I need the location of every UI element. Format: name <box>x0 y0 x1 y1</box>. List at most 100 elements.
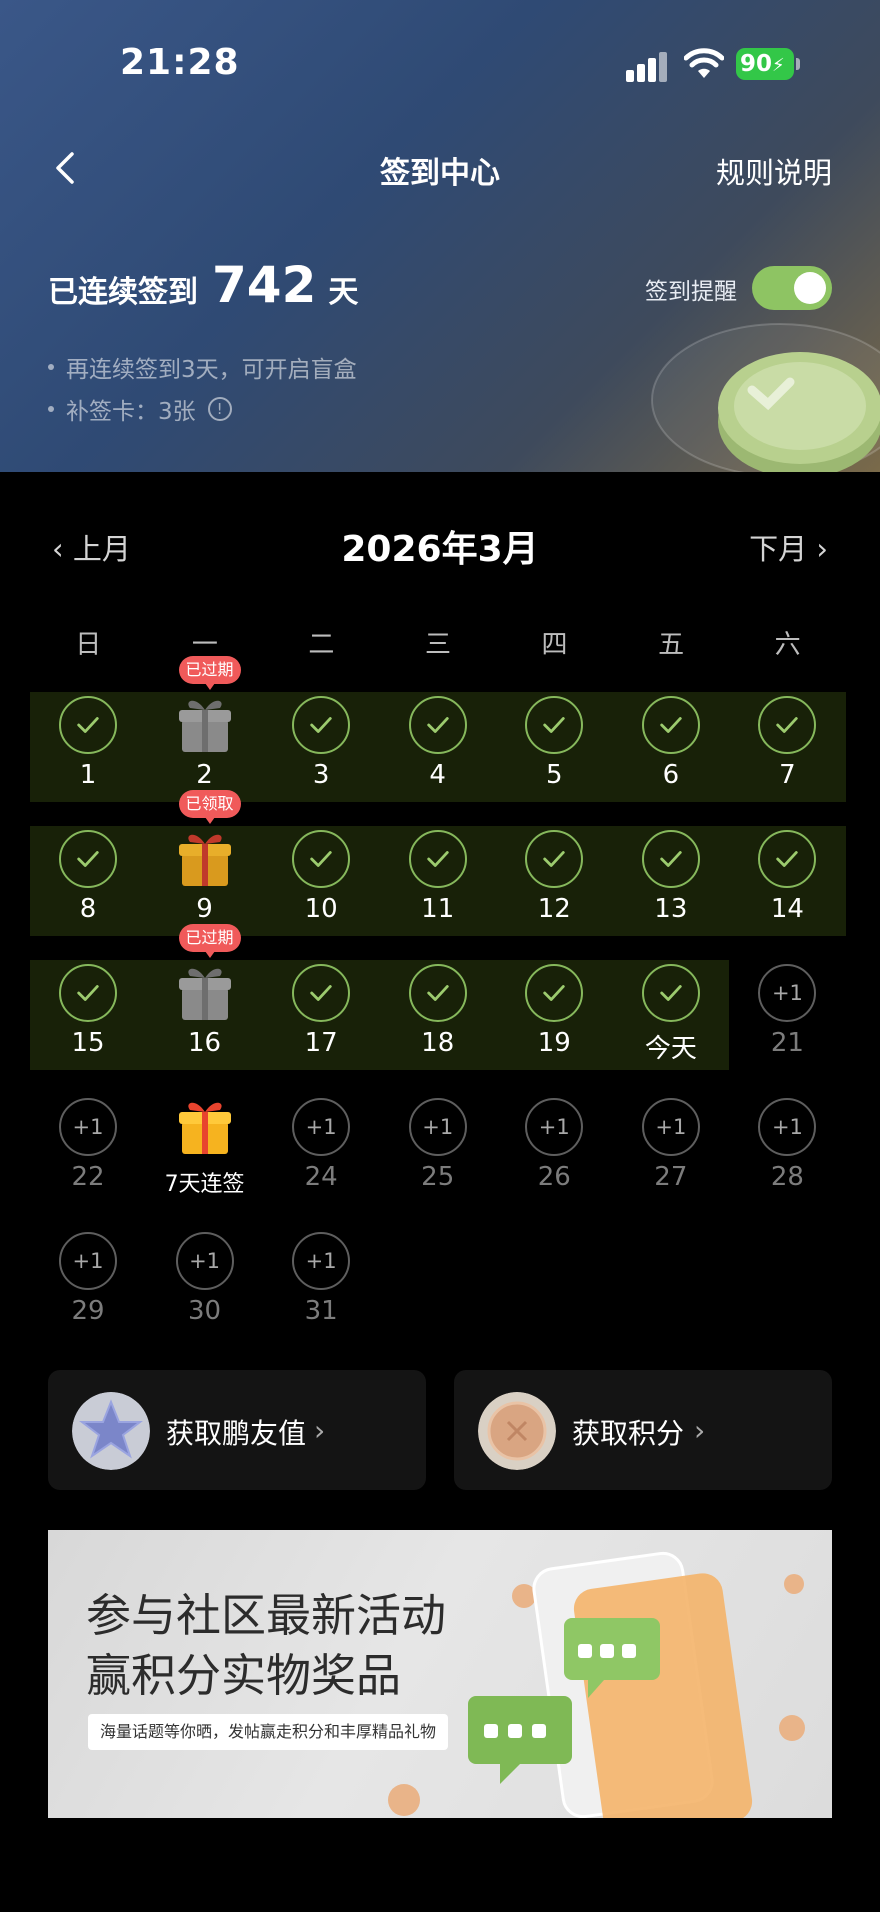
checked-circle-icon <box>641 696 700 754</box>
weekday-label: 三 <box>424 630 451 660</box>
weekday-header: 日 一 二 三 四 五 六 <box>30 624 846 660</box>
day-label: 今天 <box>644 1034 697 1064</box>
day-label: 9 <box>196 894 213 924</box>
calendar-day[interactable]: 12 <box>496 824 612 954</box>
plus-one-badge: +1 <box>641 1098 700 1156</box>
checked-circle-icon <box>641 964 700 1022</box>
calendar-day[interactable]: 17 <box>263 958 379 1088</box>
checked-circle-icon <box>408 696 467 754</box>
calendar-day[interactable]: 19 <box>496 958 612 1088</box>
card-label: 获取鹏友值 <box>166 1417 307 1450</box>
weekday-label: 五 <box>658 630 685 660</box>
calendar-day[interactable]: 7天连签 <box>147 1092 263 1222</box>
community-activity-banner[interactable]: 参与社区最新活动 赢积分实物奖品 海量话题等你晒，发帖赢走积分和丰厚精品礼物 <box>48 1530 832 1818</box>
rules-button[interactable]: 规则说明 <box>716 150 832 192</box>
tips-list: 再连续签到3天，可开启盲盒 补签卡：3张 ! <box>48 346 357 430</box>
battery-tip <box>796 58 800 70</box>
plus-one-badge: +1 <box>758 1098 817 1156</box>
checked-circle-icon <box>408 964 467 1022</box>
tip-item: 补签卡：3张 ! <box>48 388 357 430</box>
streak-summary: 已连续签到 742 天 <box>48 256 358 314</box>
weekday-label: 一 <box>191 630 218 660</box>
chevron-right-icon: › <box>314 1414 326 1447</box>
day-status-badge: 已领取 <box>178 790 241 824</box>
reminder-label: 签到提醒 <box>645 279 737 305</box>
weekday-label: 日 <box>75 630 102 660</box>
reminder-toggle[interactable] <box>752 266 832 310</box>
plus-one-badge: +1 <box>59 1232 117 1290</box>
header-hero: 21:28 90⚡ 签到中心 规则说明 已连续签到 742 天 签到提醒 再连续… <box>0 0 880 472</box>
day-label: 15 <box>71 1028 105 1058</box>
day-label: 11 <box>421 894 455 924</box>
calendar-day[interactable]: +1 29 <box>30 1226 146 1356</box>
day-label: 14 <box>770 894 804 924</box>
calendar-day[interactable]: +1 25 <box>380 1092 496 1222</box>
day-label: 8 <box>79 894 97 924</box>
day-label: 22 <box>71 1162 105 1192</box>
calendar-day[interactable]: 6 <box>613 690 729 820</box>
bullet-dot <box>48 406 54 412</box>
checked-circle-icon <box>758 696 817 754</box>
calendar-day[interactable]: +1 24 <box>263 1092 379 1222</box>
calendar-day[interactable]: 3 <box>263 690 379 820</box>
calendar-day[interactable]: 5 <box>496 690 612 820</box>
streak-days: 742 <box>212 256 317 314</box>
chevron-right-icon: › <box>694 1414 706 1447</box>
info-icon[interactable]: ! <box>207 397 232 421</box>
get-points-card[interactable]: 获取积分 › <box>454 1370 832 1490</box>
weekday-label: 四 <box>541 630 568 660</box>
calendar-day[interactable]: 8 <box>30 824 146 954</box>
day-label: 30 <box>188 1296 222 1326</box>
checked-circle-icon <box>292 830 351 888</box>
next-month-label: 下月 <box>749 532 808 566</box>
toggle-knob <box>794 272 826 304</box>
calendar-day[interactable]: 今天 <box>613 958 729 1088</box>
streak-prefix: 已连续签到 <box>48 275 198 310</box>
gift-box-icon <box>178 700 231 752</box>
day-status-badge: 已过期 <box>178 656 241 690</box>
gift-box-icon <box>178 1102 231 1154</box>
banner-title: 参与社区最新活动 赢积分实物奖品 <box>86 1586 446 1706</box>
checked-circle-icon <box>525 964 584 1022</box>
battery-level: 90 <box>740 51 773 77</box>
calendar-day[interactable]: 1 <box>30 690 146 820</box>
calendar-day[interactable]: +1 31 <box>263 1226 379 1356</box>
calendar-day[interactable]: +1 30 <box>147 1226 263 1356</box>
plus-one-badge: +1 <box>758 964 817 1022</box>
tip-text: 再连续签到3天，可开启盲盒 <box>66 357 357 383</box>
day-label: 12 <box>537 894 571 924</box>
calendar-day[interactable]: +1 28 <box>729 1092 845 1222</box>
calendar-day[interactable]: 13 <box>613 824 729 954</box>
day-label: 31 <box>304 1296 338 1326</box>
calendar-day[interactable]: 14 <box>729 824 845 954</box>
checked-circle-icon <box>292 964 351 1022</box>
month-title: 2026年3月 <box>341 529 539 570</box>
day-label: 24 <box>304 1162 338 1192</box>
calendar-day[interactable]: 11 <box>380 824 496 954</box>
calendar-day[interactable]: 4 <box>380 690 496 820</box>
calendar-day[interactable]: 18 <box>380 958 496 1088</box>
next-month-button[interactable]: 下月 › <box>749 526 828 568</box>
calendar-day[interactable]: +1 27 <box>613 1092 729 1222</box>
plus-one-badge: +1 <box>408 1098 467 1156</box>
calendar-day[interactable]: 10 <box>263 824 379 954</box>
checked-circle-icon <box>525 830 584 888</box>
day-label: 21 <box>770 1028 804 1058</box>
calendar-day[interactable]: 已过期 16 <box>147 924 263 1088</box>
calendar-day[interactable]: +1 26 <box>496 1092 612 1222</box>
day-label: 7天连签 <box>164 1172 245 1197</box>
day-label: 25 <box>421 1162 455 1192</box>
get-friend-points-card[interactable]: 获取鹏友值 › <box>48 1370 426 1490</box>
calendar-day[interactable]: +1 22 <box>30 1092 146 1222</box>
battery-icon: 90⚡ <box>736 48 794 80</box>
calendar-day[interactable]: +1 21 <box>729 958 845 1088</box>
day-label: 3 <box>312 760 330 790</box>
calendar-day[interactable]: 15 <box>30 958 146 1088</box>
plus-one-badge: +1 <box>292 1232 351 1290</box>
day-label: 27 <box>654 1162 688 1192</box>
plus-one-badge: +1 <box>175 1232 234 1290</box>
weekday-label: 二 <box>308 630 335 660</box>
day-label: 26 <box>537 1162 571 1192</box>
day-status-badge: 已过期 <box>178 924 241 958</box>
calendar-day[interactable]: 7 <box>729 690 845 820</box>
